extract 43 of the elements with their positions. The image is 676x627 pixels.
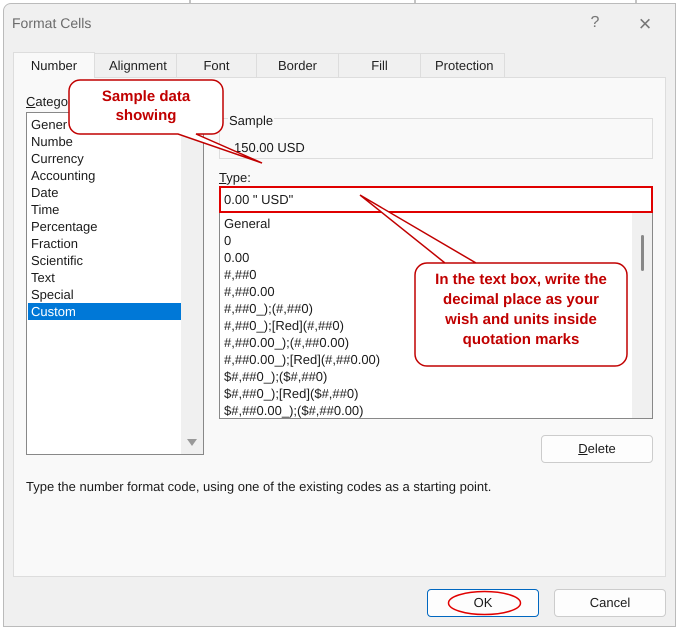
tab[interactable]: Number [13,52,95,78]
ok-button[interactable]: OK [427,589,539,617]
category-item[interactable]: Time [28,201,62,218]
window-title: Format Cells [12,14,92,32]
sample-value: 150.00 USD [233,138,306,156]
tab[interactable]: Border [257,53,339,77]
category-item[interactable]: Currency [28,150,87,167]
format-code-item[interactable]: #,##0.00_);[Red](#,##0.00) [224,351,380,368]
category-item[interactable]: Gener [28,116,70,133]
tab[interactable]: Alignment [95,53,177,77]
category-item[interactable]: Fraction [28,235,81,252]
type-label: Type: [219,169,252,186]
tab[interactable]: Fill [339,53,421,77]
tab[interactable]: Font [177,53,257,77]
category-item[interactable]: Scientific [28,252,86,269]
cancel-button[interactable]: Cancel [554,589,666,617]
format-code-item[interactable]: #,##0.00 [224,283,275,300]
format-code-item[interactable]: #,##0.00_);(#,##0.00) [224,334,350,351]
category-item[interactable]: Numbe [28,133,76,150]
format-code-item[interactable]: 0.00 [224,249,250,266]
format-code-item[interactable]: #,##0 [224,266,257,283]
category-item[interactable]: Custom [28,303,181,320]
tab[interactable]: Protection [421,53,505,77]
format-code-item[interactable]: #,##0_);(#,##0) [224,300,313,317]
category-item[interactable]: Special [28,286,77,303]
category-item[interactable]: Percentage [28,218,100,235]
format-code-item[interactable]: $#,##0_);[Red]($#,##0) [224,385,358,402]
type-field[interactable]: 0.00 " USD" [219,186,653,213]
delete-button[interactable]: Delete [541,435,653,463]
format-code-item[interactable]: #,##0_);[Red](#,##0) [224,317,344,334]
format-code-item[interactable]: 0 [224,232,232,249]
format-code-item[interactable]: $#,##0_);($#,##0) [224,368,328,385]
scrollbar-thumb[interactable] [640,235,644,271]
format-code-item[interactable]: $#,##0.00_);($#,##0.00) [224,402,364,419]
scroll-down-icon[interactable] [187,439,197,446]
category-item[interactable]: Date [28,184,62,201]
description-text: Type the number format code, using one of the existing codes as a starting point. [26,478,492,496]
close-button[interactable]: × [615,6,675,40]
category-item[interactable]: Text [28,269,58,286]
category-label: Catego [26,93,68,111]
category-item[interactable]: Accounting [28,167,98,184]
help-button[interactable]: ? [575,11,615,35]
format-code-item[interactable]: General [224,215,270,232]
